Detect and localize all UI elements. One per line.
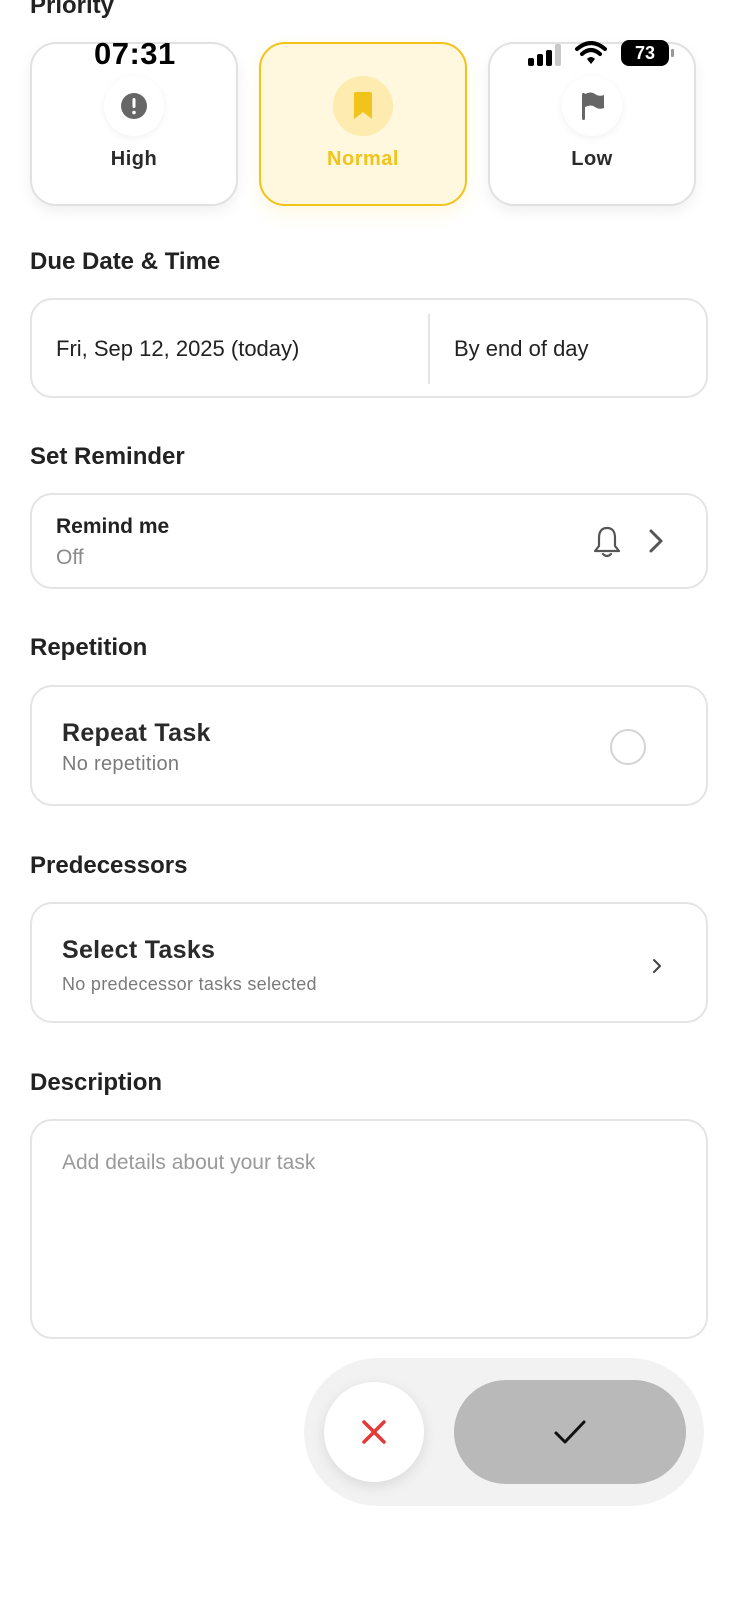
description-input[interactable] — [62, 1151, 672, 1321]
status-icons: 73 — [528, 40, 674, 66]
priority-option-low[interactable]: Low — [488, 42, 696, 206]
description-box — [30, 1119, 708, 1339]
priority-option-normal[interactable]: Normal — [259, 42, 467, 206]
repeat-task-label: Repeat Task — [62, 719, 211, 747]
status-time: 07:31 — [94, 36, 176, 71]
repeat-task-radio[interactable] — [610, 729, 646, 765]
divider — [428, 314, 430, 384]
wifi-icon — [575, 41, 607, 64]
due-time-button[interactable]: By end of day — [454, 336, 589, 362]
select-tasks-label: Select Tasks — [62, 936, 216, 964]
repetition-title: Repetition — [30, 634, 148, 661]
priority-label: Normal — [327, 148, 399, 170]
select-tasks-value: No predecessor tasks selected — [62, 974, 317, 994]
priority-title: Priority — [30, 0, 115, 19]
reminder-label: Remind me — [56, 515, 170, 538]
alert-circle-icon — [121, 93, 147, 119]
reminder-row[interactable]: Remind me Off — [30, 493, 708, 589]
priority-label: Low — [571, 148, 613, 170]
priority-icon-wrap — [562, 76, 622, 136]
battery-icon: 73 — [621, 40, 674, 66]
close-icon — [362, 1420, 386, 1444]
bell-icon — [593, 526, 621, 558]
cancel-button[interactable] — [324, 1382, 424, 1482]
chevron-right-icon — [649, 529, 663, 553]
reminder-value: Off — [56, 546, 84, 569]
due-date-button[interactable]: Fri, Sep 12, 2025 (today) — [56, 336, 299, 362]
priority-label: High — [110, 148, 158, 170]
due-date-box: Fri, Sep 12, 2025 (today) By end of day — [30, 298, 708, 398]
flag-icon — [582, 92, 604, 120]
select-tasks-row[interactable]: Select Tasks No predecessor tasks select… — [30, 902, 708, 1023]
battery-level: 73 — [634, 42, 656, 63]
priority-icon-wrap — [333, 76, 393, 136]
predecessors-title: Predecessors — [30, 852, 188, 879]
checkmark-icon — [554, 1420, 586, 1444]
repeat-task-row[interactable]: Repeat Task No repetition — [30, 685, 708, 806]
bookmark-icon — [354, 92, 372, 119]
chevron-right-icon — [653, 959, 661, 973]
reminder-title: Set Reminder — [30, 443, 185, 470]
due-date-title: Due Date & Time — [30, 248, 221, 275]
description-title: Description — [30, 1069, 163, 1096]
priority-icon-wrap — [104, 76, 164, 136]
cellular-signal-icon — [528, 40, 561, 66]
confirm-button[interactable] — [454, 1380, 686, 1484]
edit-task-screen: Priority High Normal Low 07:31 73 Due Da… — [0, 0, 738, 1600]
repeat-task-value: No repetition — [62, 753, 180, 775]
